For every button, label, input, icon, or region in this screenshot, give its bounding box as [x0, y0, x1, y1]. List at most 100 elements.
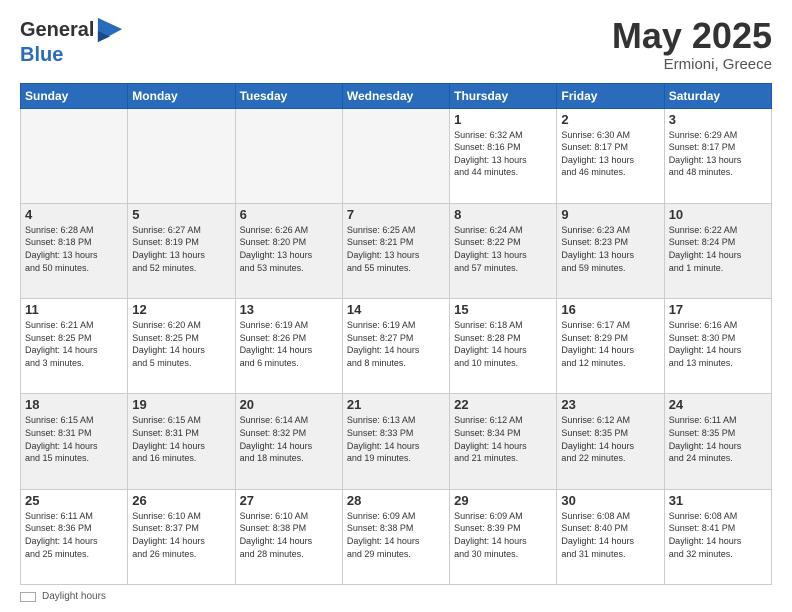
day-number: 23 — [561, 397, 659, 412]
daylight-label: Daylight hours — [42, 591, 106, 602]
calendar-week-row: 4 Sunrise: 6:28 AM Sunset: 8:18 PM Daylig… — [21, 203, 772, 298]
calendar-week-row: 1 Sunrise: 6:32 AM Sunset: 8:16 PM Daylig… — [21, 108, 772, 203]
day-info: Sunrise: 6:24 AM Sunset: 8:22 PM Dayligh… — [454, 224, 552, 274]
table-row: 10Sunrise: 6:22 AM Sunset: 8:24 PM Dayli… — [664, 203, 771, 298]
day-info: Sunrise: 6:11 AM Sunset: 8:35 PM Dayligh… — [669, 414, 767, 464]
day-number: 1 — [454, 112, 552, 127]
day-number: 9 — [561, 207, 659, 222]
table-row: 24Sunrise: 6:11 AM Sunset: 8:35 PM Dayli… — [664, 394, 771, 489]
table-row: 21Sunrise: 6:13 AM Sunset: 8:33 PM Dayli… — [342, 394, 449, 489]
day-info: Sunrise: 6:08 AM Sunset: 8:40 PM Dayligh… — [561, 510, 659, 560]
day-info: Sunrise: 6:14 AM Sunset: 8:32 PM Dayligh… — [240, 414, 338, 464]
day-info: Sunrise: 6:27 AM Sunset: 8:19 PM Dayligh… — [132, 224, 230, 274]
header-saturday: Saturday — [664, 83, 771, 108]
table-row: 13Sunrise: 6:19 AM Sunset: 8:26 PM Dayli… — [235, 299, 342, 394]
table-row: 18Sunrise: 6:15 AM Sunset: 8:31 PM Dayli… — [21, 394, 128, 489]
day-number: 7 — [347, 207, 445, 222]
calendar-week-row: 18Sunrise: 6:15 AM Sunset: 8:31 PM Dayli… — [21, 394, 772, 489]
page: General Blue May 2025 Ermioni, Greece Su… — [0, 0, 792, 612]
day-info: Sunrise: 6:09 AM Sunset: 8:39 PM Dayligh… — [454, 510, 552, 560]
table-row: 19 Sunrise: 6:15 AM Sunset: 8:31 PM Dayli… — [128, 394, 235, 489]
day-info: Sunrise: 6:10 AM Sunset: 8:38 PM Dayligh… — [240, 510, 338, 560]
table-row: 25 Sunrise: 6:11 AM Sunset: 8:36 PM Dayli… — [21, 489, 128, 584]
table-row: 30 Sunrise: 6:08 AM Sunset: 8:40 PM Dayli… — [557, 489, 664, 584]
table-row — [21, 108, 128, 203]
table-row: 7 Sunrise: 6:25 AM Sunset: 8:21 PM Daylig… — [342, 203, 449, 298]
table-row: 20 Sunrise: 6:14 AM Sunset: 8:32 PM Dayli… — [235, 394, 342, 489]
table-row — [235, 108, 342, 203]
day-number: 20 — [240, 397, 338, 412]
day-number: 14 — [347, 302, 445, 317]
day-number: 4 — [25, 207, 123, 222]
table-row: 14 Sunrise: 6:19 AM Sunset: 8:27 PM Dayli… — [342, 299, 449, 394]
day-number: 15 — [454, 302, 552, 317]
day-number: 2 — [561, 112, 659, 127]
day-info: Sunrise: 6:28 AM Sunset: 8:18 PM Dayligh… — [25, 224, 123, 274]
day-info: Sunrise: 6:23 AM Sunset: 8:23 PM Dayligh… — [561, 224, 659, 274]
table-row: 23 Sunrise: 6:12 AM Sunset: 8:35 PM Dayli… — [557, 394, 664, 489]
header-thursday: Thursday — [450, 83, 557, 108]
table-row: 26 Sunrise: 6:10 AM Sunset: 8:37 PM Dayli… — [128, 489, 235, 584]
calendar-week-row: 25 Sunrise: 6:11 AM Sunset: 8:36 PM Dayli… — [21, 489, 772, 584]
day-number: 25 — [25, 493, 123, 508]
day-number: 10 — [669, 207, 767, 222]
day-number: 16 — [561, 302, 659, 317]
day-number: 5 — [132, 207, 230, 222]
day-info: Sunrise: 6:15 AM Sunset: 8:31 PM Dayligh… — [132, 414, 230, 464]
day-info: Sunrise: 6:25 AM Sunset: 8:21 PM Dayligh… — [347, 224, 445, 274]
logo: General Blue — [20, 16, 124, 66]
table-row: 12Sunrise: 6:20 AM Sunset: 8:25 PM Dayli… — [128, 299, 235, 394]
day-info: Sunrise: 6:10 AM Sunset: 8:37 PM Dayligh… — [132, 510, 230, 560]
day-number: 28 — [347, 493, 445, 508]
day-number: 19 — [132, 397, 230, 412]
month-year: May 2025 — [612, 16, 772, 56]
calendar-header-row: Sunday Monday Tuesday Wednesday Thursday… — [21, 83, 772, 108]
header-wednesday: Wednesday — [342, 83, 449, 108]
calendar-table: Sunday Monday Tuesday Wednesday Thursday… — [20, 83, 772, 585]
day-info: Sunrise: 6:30 AM Sunset: 8:17 PM Dayligh… — [561, 129, 659, 179]
table-row: 31 Sunrise: 6:08 AM Sunset: 8:41 PM Dayli… — [664, 489, 771, 584]
day-number: 29 — [454, 493, 552, 508]
header-tuesday: Tuesday — [235, 83, 342, 108]
day-number: 31 — [669, 493, 767, 508]
table-row: 27 Sunrise: 6:10 AM Sunset: 8:38 PM Dayli… — [235, 489, 342, 584]
table-row: 11 Sunrise: 6:21 AM Sunset: 8:25 PM Dayli… — [21, 299, 128, 394]
table-row: 22 Sunrise: 6:12 AM Sunset: 8:34 PM Dayli… — [450, 394, 557, 489]
daylight-box — [20, 592, 36, 602]
table-row: 5 Sunrise: 6:27 AM Sunset: 8:19 PM Daylig… — [128, 203, 235, 298]
day-info: Sunrise: 6:21 AM Sunset: 8:25 PM Dayligh… — [25, 319, 123, 369]
day-number: 27 — [240, 493, 338, 508]
table-row — [342, 108, 449, 203]
day-number: 17 — [669, 302, 767, 317]
calendar-week-row: 11 Sunrise: 6:21 AM Sunset: 8:25 PM Dayli… — [21, 299, 772, 394]
day-info: Sunrise: 6:15 AM Sunset: 8:31 PM Dayligh… — [25, 414, 123, 464]
day-number: 11 — [25, 302, 123, 317]
day-info: Sunrise: 6:20 AM Sunset: 8:25 PM Dayligh… — [132, 319, 230, 369]
day-info: Sunrise: 6:12 AM Sunset: 8:34 PM Dayligh… — [454, 414, 552, 464]
header-sunday: Sunday — [21, 83, 128, 108]
day-info: Sunrise: 6:29 AM Sunset: 8:17 PM Dayligh… — [669, 129, 767, 179]
day-info: Sunrise: 6:19 AM Sunset: 8:27 PM Dayligh… — [347, 319, 445, 369]
day-info: Sunrise: 6:19 AM Sunset: 8:26 PM Dayligh… — [240, 319, 338, 369]
day-number: 26 — [132, 493, 230, 508]
day-number: 30 — [561, 493, 659, 508]
header: General Blue May 2025 Ermioni, Greece — [20, 16, 772, 73]
table-row: 28Sunrise: 6:09 AM Sunset: 8:38 PM Dayli… — [342, 489, 449, 584]
day-info: Sunrise: 6:13 AM Sunset: 8:33 PM Dayligh… — [347, 414, 445, 464]
day-info: Sunrise: 6:11 AM Sunset: 8:36 PM Dayligh… — [25, 510, 123, 560]
title-block: May 2025 Ermioni, Greece — [612, 16, 772, 73]
location: Ermioni, Greece — [612, 56, 772, 73]
table-row: 17Sunrise: 6:16 AM Sunset: 8:30 PM Dayli… — [664, 299, 771, 394]
footer: Daylight hours — [20, 591, 772, 602]
logo-general-text: General — [20, 19, 94, 41]
table-row: 6Sunrise: 6:26 AM Sunset: 8:20 PM Daylig… — [235, 203, 342, 298]
table-row: 3Sunrise: 6:29 AM Sunset: 8:17 PM Daylig… — [664, 108, 771, 203]
day-info: Sunrise: 6:08 AM Sunset: 8:41 PM Dayligh… — [669, 510, 767, 560]
table-row: 4 Sunrise: 6:28 AM Sunset: 8:18 PM Daylig… — [21, 203, 128, 298]
day-info: Sunrise: 6:12 AM Sunset: 8:35 PM Dayligh… — [561, 414, 659, 464]
table-row: 15Sunrise: 6:18 AM Sunset: 8:28 PM Dayli… — [450, 299, 557, 394]
day-number: 22 — [454, 397, 552, 412]
table-row: 9 Sunrise: 6:23 AM Sunset: 8:23 PM Daylig… — [557, 203, 664, 298]
day-info: Sunrise: 6:26 AM Sunset: 8:20 PM Dayligh… — [240, 224, 338, 274]
day-info: Sunrise: 6:32 AM Sunset: 8:16 PM Dayligh… — [454, 129, 552, 179]
